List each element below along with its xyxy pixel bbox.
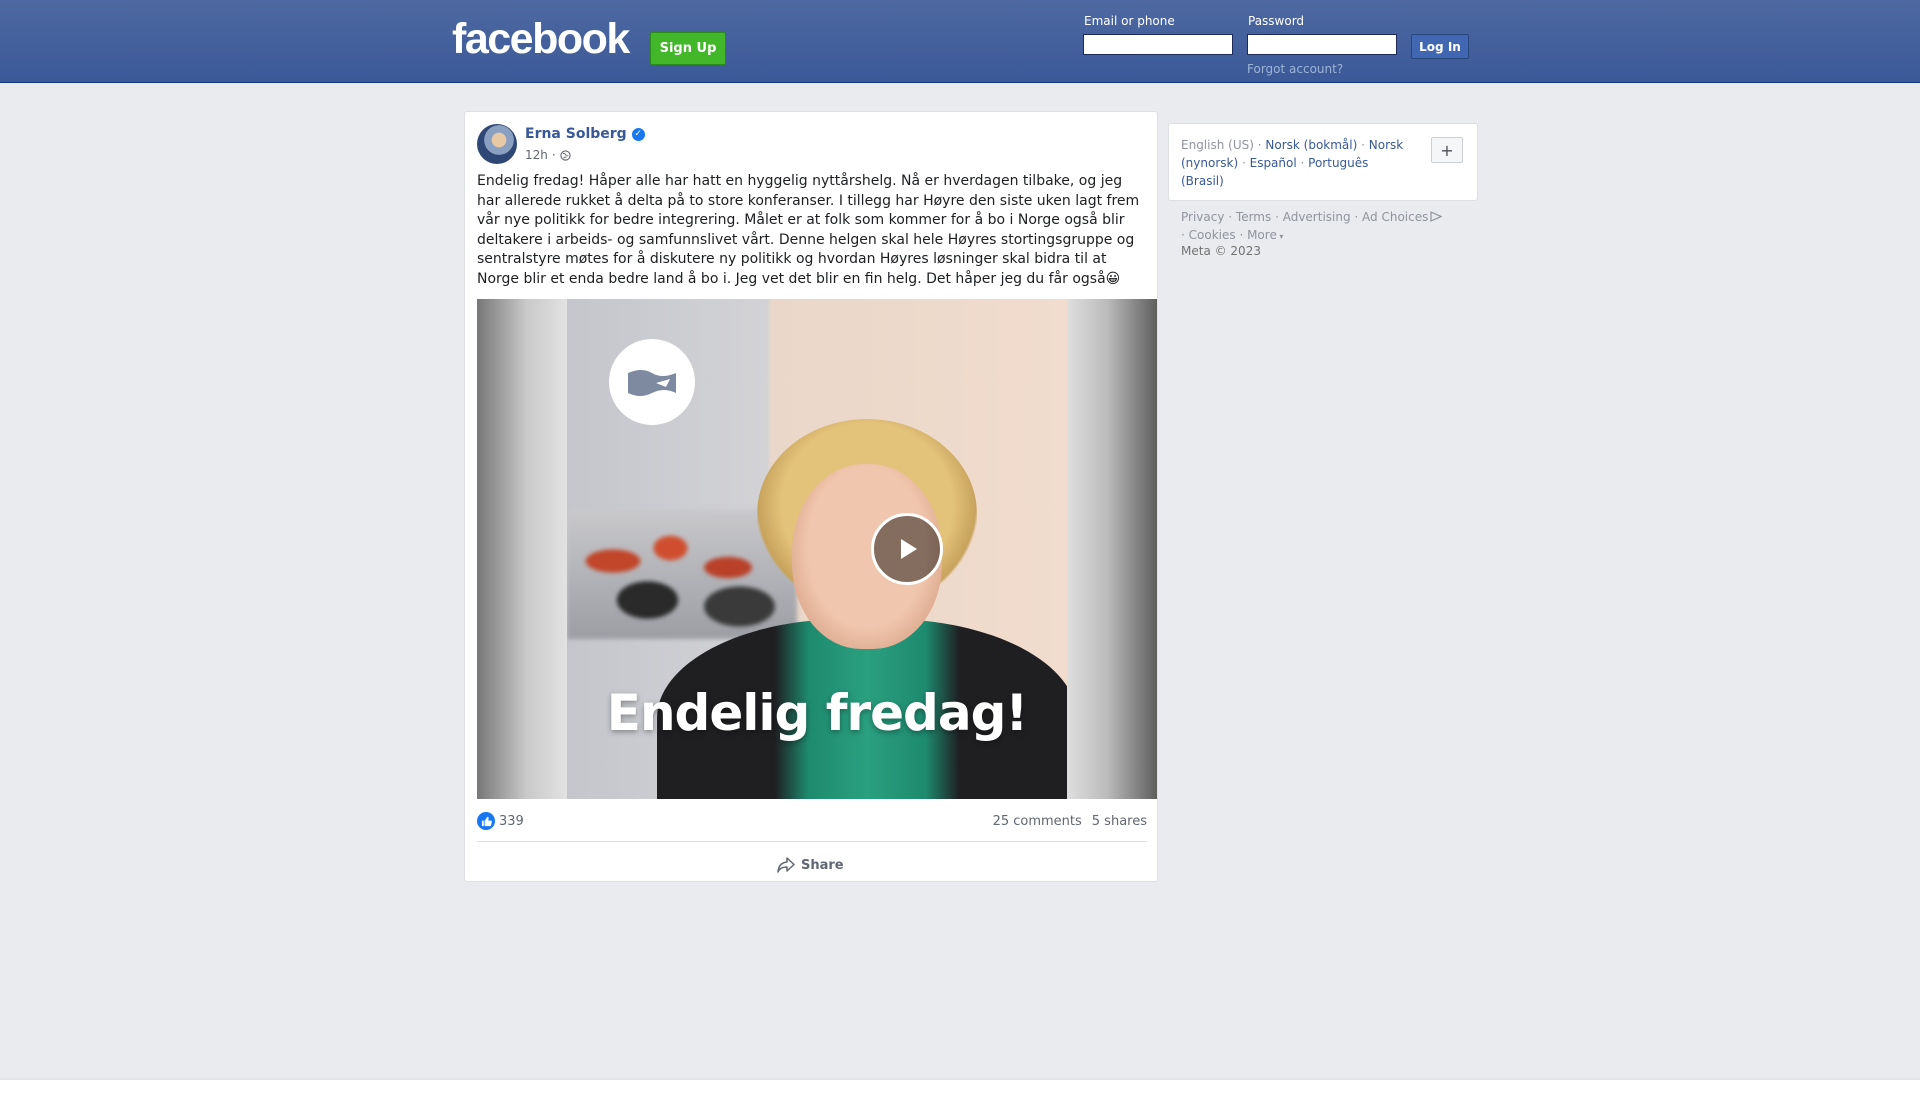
language-english-us: English (US): [1181, 138, 1254, 152]
comments-count[interactable]: 25 comments: [993, 814, 1082, 829]
language-list: English (US) · Norsk (bokmål) · Norsk (n…: [1181, 138, 1404, 188]
author-avatar[interactable]: [477, 124, 517, 164]
like-reaction-icon[interactable]: [477, 812, 495, 830]
play-button-icon[interactable]: [871, 513, 943, 585]
shares-count[interactable]: 5 shares: [1092, 814, 1147, 829]
post-video[interactable]: Endelig fredag!: [477, 299, 1157, 799]
top-navigation-bar: facebook Sign Up Email or phone Password…: [0, 0, 1920, 83]
add-language-button[interactable]: +: [1431, 137, 1463, 163]
video-frame: Endelig fredag!: [567, 299, 1067, 799]
meta-separator: ·: [551, 148, 556, 162]
author-name-link[interactable]: Erna Solberg ✓: [525, 126, 645, 142]
post-card: Erna Solberg ✓ 12h · Endelig fredag! Håp…: [464, 111, 1158, 882]
log-in-button[interactable]: Log In: [1411, 34, 1469, 59]
share-icon: [777, 857, 795, 873]
stats-divider: [477, 841, 1147, 842]
password-field[interactable]: [1247, 34, 1397, 55]
like-count[interactable]: 339: [499, 814, 524, 829]
share-button[interactable]: Share: [777, 852, 844, 878]
post-meta: 12h ·: [525, 148, 571, 162]
more-link[interactable]: More: [1247, 228, 1277, 242]
language-selector: English (US) · Norsk (bokmål) · Norsk (n…: [1168, 123, 1478, 201]
video-overlay-text: Endelig fredag!: [606, 684, 1028, 742]
verified-badge-icon: ✓: [631, 127, 645, 141]
footer-links: Privacy · Terms · Advertising · Ad Choic…: [1181, 208, 1481, 246]
email-field[interactable]: [1083, 34, 1233, 55]
post-text: Endelig fredag! Håper alle har hatt en h…: [477, 173, 1140, 287]
forgot-account-link[interactable]: Forgot account?: [1247, 62, 1343, 76]
share-label: Share: [801, 857, 844, 873]
password-label: Password: [1248, 14, 1305, 28]
facebook-logo[interactable]: facebook: [452, 18, 630, 61]
privacy-link[interactable]: Privacy: [1181, 210, 1224, 224]
video-blur-right: [1067, 299, 1157, 799]
language-norsk-bokmal[interactable]: Norsk (bokmål): [1265, 138, 1357, 152]
post-stats: 339 25 comments 5 shares: [477, 810, 1147, 832]
copyright: Meta © 2023: [1181, 244, 1261, 258]
more-caret-icon: ▾: [1276, 232, 1284, 241]
video-blur-left: [477, 299, 567, 799]
post-timestamp[interactable]: 12h: [525, 148, 548, 162]
sign-up-button[interactable]: Sign Up: [650, 32, 726, 65]
ad-choices-icon: [1430, 211, 1443, 222]
bottom-bar: [0, 1080, 1920, 1098]
author-name: Erna Solberg: [525, 126, 627, 142]
party-logo-icon: [609, 339, 695, 425]
terms-link[interactable]: Terms: [1236, 210, 1271, 224]
email-label: Email or phone: [1084, 14, 1175, 28]
ad-choices-link[interactable]: Ad Choices: [1362, 210, 1428, 224]
globe-icon: [560, 149, 571, 161]
advertising-link[interactable]: Advertising: [1283, 210, 1351, 224]
language-espanol[interactable]: Español: [1250, 156, 1297, 170]
cookies-link[interactable]: Cookies: [1189, 228, 1236, 242]
